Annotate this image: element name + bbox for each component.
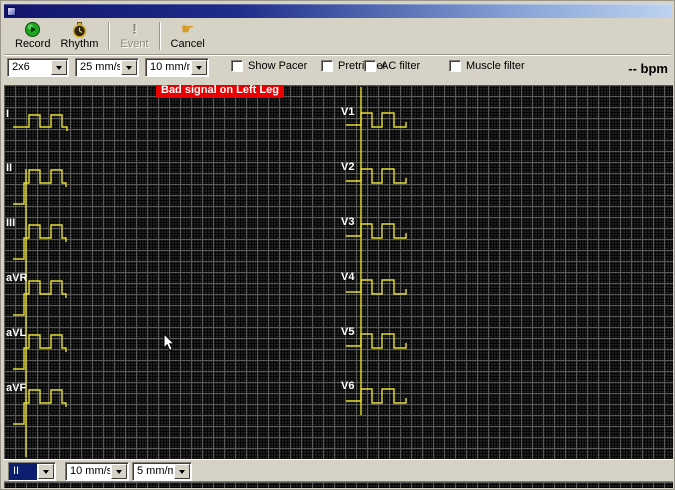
toolbar-separator — [159, 22, 161, 50]
calibration-trace — [13, 225, 66, 259]
chevron-down-icon — [116, 470, 122, 477]
calibration-trace — [13, 390, 66, 424]
calibration-trace — [346, 169, 406, 183]
speed-select-dropdown-button[interactable] — [121, 60, 137, 75]
speed-select[interactable]: 25 mm/sec — [75, 58, 139, 77]
toolbar-separator — [108, 22, 110, 50]
lead-label: aVL — [6, 328, 26, 339]
gain-select-dropdown-button[interactable] — [191, 60, 207, 75]
lead-label: V6 — [341, 381, 354, 392]
show-pacer-checkbox-group: Show Pacer — [231, 60, 307, 72]
rhythm-gain-select-dropdown-button[interactable] — [174, 464, 190, 479]
rhythm-gain-select-value: 5 mm/mV — [133, 463, 173, 480]
calibration-trace — [13, 115, 67, 131]
ecg-traces — [4, 85, 673, 459]
ecg-display-panel[interactable]: Bad signal on Left Leg IIIIIIaVRaVLaVFV1… — [4, 85, 673, 459]
lead-label: V1 — [341, 107, 354, 118]
cancel-hand-icon: ☛ — [181, 21, 194, 38]
lead-label: V2 — [341, 162, 354, 173]
rhythm-strip-grid — [4, 482, 673, 488]
calibration-trace — [13, 170, 66, 204]
heart-rate-readout: -- bpm — [628, 61, 668, 76]
lead-label: V3 — [341, 217, 354, 228]
lead-label: V5 — [341, 327, 354, 338]
rhythm-lead-select[interactable]: II — [8, 462, 56, 481]
layout-select[interactable]: 2x6 — [7, 58, 69, 77]
record-icon — [25, 21, 40, 38]
settings-toolbar: 2x6 25 mm/sec 10 mm/mV Show Pacer Pretri… — [4, 54, 671, 82]
mouse-cursor-icon — [163, 333, 175, 352]
rhythm-speed-select[interactable]: 10 mm/sec — [65, 462, 129, 481]
bad-signal-banner: Bad signal on Left Leg — [156, 85, 284, 98]
chevron-down-icon — [56, 66, 62, 73]
chevron-down-icon — [179, 470, 185, 477]
speed-select-value: 25 mm/sec — [76, 59, 120, 76]
event-label: Event — [120, 38, 148, 51]
calibration-trace — [346, 113, 406, 127]
rhythm-speed-select-dropdown-button[interactable] — [111, 464, 127, 479]
rhythm-lead-select-dropdown-button[interactable] — [38, 464, 54, 479]
calibration-trace — [346, 334, 406, 348]
ac-filter-checkbox[interactable] — [364, 60, 376, 72]
chevron-down-icon — [43, 470, 49, 477]
ac-filter-checkbox-group: AC filter — [364, 60, 420, 72]
muscle-filter-label: Muscle filter — [466, 60, 525, 72]
ecg-application-window: Record Rhythm ! Event ☛ Cancel 2x6 — [0, 0, 675, 490]
muscle-filter-checkbox[interactable] — [449, 60, 461, 72]
chevron-down-icon — [126, 66, 132, 73]
lead-label: II — [6, 163, 12, 174]
cancel-label: Cancel — [171, 38, 205, 51]
calibration-trace — [346, 389, 406, 403]
lead-label: V4 — [341, 272, 354, 283]
layout-select-dropdown-button[interactable] — [51, 60, 67, 75]
muscle-filter-checkbox-group: Muscle filter — [449, 60, 525, 72]
lead-label: aVR — [6, 273, 27, 284]
event-icon: ! — [132, 21, 137, 38]
record-button[interactable]: Record — [10, 19, 55, 53]
app-icon — [7, 7, 16, 16]
calibration-trace — [346, 224, 406, 238]
calibration-trace — [346, 280, 406, 294]
lead-label: aVF — [6, 383, 26, 394]
gain-select-value: 10 mm/mV — [146, 59, 190, 76]
rhythm-label: Rhythm — [60, 38, 98, 51]
calibration-trace — [13, 281, 66, 315]
show-pacer-checkbox[interactable] — [231, 60, 243, 72]
ac-filter-label: AC filter — [381, 60, 420, 72]
lead-label: I — [6, 109, 9, 120]
record-label: Record — [15, 38, 50, 51]
rhythm-gain-select[interactable]: 5 mm/mV — [132, 462, 192, 481]
gain-select[interactable]: 10 mm/mV — [145, 58, 209, 77]
rhythm-button[interactable]: Rhythm — [55, 19, 103, 53]
rhythm-watch-icon — [72, 21, 87, 38]
layout-select-value: 2x6 — [8, 59, 50, 76]
titlebar[interactable] — [4, 4, 671, 18]
chevron-down-icon — [196, 66, 202, 73]
rhythm-speed-select-value: 10 mm/sec — [66, 463, 110, 480]
calibration-trace — [13, 335, 66, 369]
rhythm-lead-select-value: II — [9, 463, 37, 480]
event-button[interactable]: ! Event — [115, 19, 153, 53]
lead-label: III — [6, 218, 15, 229]
main-toolbar: Record Rhythm ! Event ☛ Cancel — [4, 18, 671, 54]
pretrigger-checkbox[interactable] — [321, 60, 333, 72]
rhythm-strip-toolbar: II 10 mm/sec 5 mm/mV — [4, 459, 673, 482]
show-pacer-label: Show Pacer — [248, 60, 307, 72]
cancel-button[interactable]: ☛ Cancel — [166, 19, 210, 53]
